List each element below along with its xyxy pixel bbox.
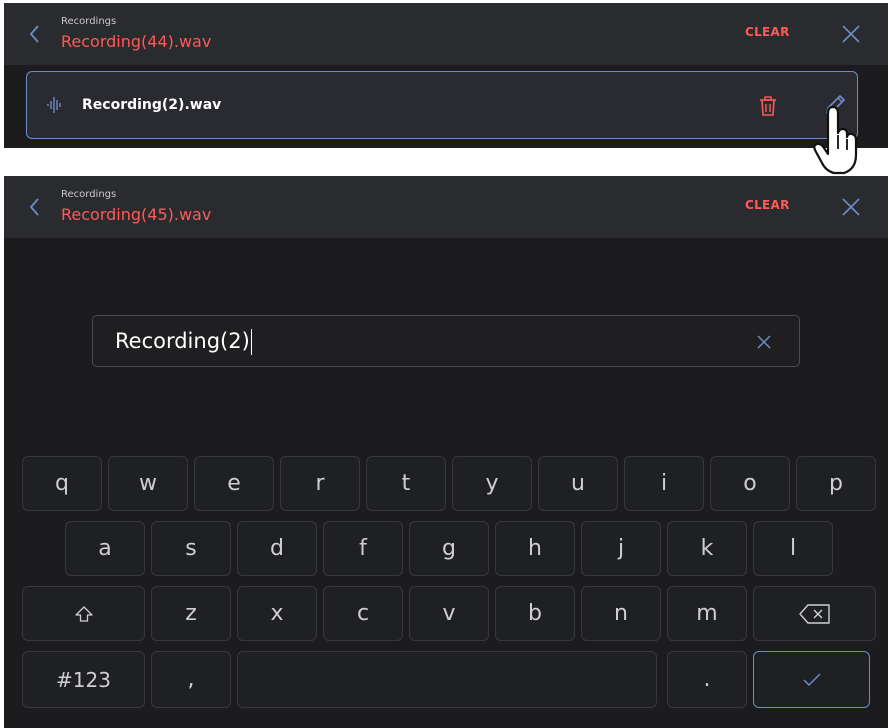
shift-key[interactable] xyxy=(22,586,145,641)
header-bar: Recordings Recording(44).wav CLEAR xyxy=(4,3,888,65)
key-x[interactable]: x xyxy=(237,586,317,641)
header-bar: Recordings Recording(45).wav CLEAR xyxy=(4,176,888,238)
recording-list-item[interactable]: Recording(2).wav xyxy=(26,71,858,139)
close-icon[interactable] xyxy=(840,23,862,45)
key-r[interactable]: r xyxy=(280,456,360,511)
audio-wave-icon xyxy=(47,97,61,113)
confirm-key[interactable] xyxy=(753,651,870,708)
page-title: Recording(45).wav xyxy=(61,205,212,224)
trash-icon[interactable] xyxy=(757,95,779,117)
backspace-key[interactable] xyxy=(753,586,876,641)
clear-input-icon[interactable] xyxy=(754,332,774,352)
close-icon[interactable] xyxy=(840,196,862,218)
checkmark-icon xyxy=(802,672,821,686)
hand-cursor-icon xyxy=(813,105,858,175)
key-c[interactable]: c xyxy=(323,586,403,641)
backspace-icon xyxy=(798,603,830,624)
comma-key[interactable]: , xyxy=(151,651,231,708)
text-caret xyxy=(250,329,253,355)
key-h[interactable]: h xyxy=(495,521,575,576)
recordings-list-screen: Recordings Recording(44).wav CLEAR Recor… xyxy=(4,3,888,148)
key-q[interactable]: q xyxy=(22,456,102,511)
rename-input-value: Recording(2) xyxy=(115,329,250,353)
key-k[interactable]: k xyxy=(667,521,747,576)
key-y[interactable]: y xyxy=(452,456,532,511)
key-j[interactable]: j xyxy=(581,521,661,576)
space-key[interactable] xyxy=(237,651,657,708)
key-b[interactable]: b xyxy=(495,586,575,641)
page-title: Recording(44).wav xyxy=(61,32,212,51)
back-icon[interactable] xyxy=(26,22,44,46)
key-z[interactable]: z xyxy=(151,586,231,641)
key-o[interactable]: o xyxy=(710,456,790,511)
key-i[interactable]: i xyxy=(624,456,704,511)
key-t[interactable]: t xyxy=(366,456,446,511)
recording-name: Recording(2).wav xyxy=(82,97,222,113)
breadcrumb: Recordings xyxy=(61,189,117,200)
key-n[interactable]: n xyxy=(581,586,661,641)
back-icon[interactable] xyxy=(26,195,44,219)
breadcrumb: Recordings xyxy=(61,16,117,27)
key-f[interactable]: f xyxy=(323,521,403,576)
clear-button[interactable]: CLEAR xyxy=(745,25,790,39)
numbers-key[interactable]: #123 xyxy=(22,651,145,708)
key-d[interactable]: d xyxy=(237,521,317,576)
key-l[interactable]: l xyxy=(753,521,833,576)
key-e[interactable]: e xyxy=(194,456,274,511)
key-g[interactable]: g xyxy=(409,521,489,576)
key-p[interactable]: p xyxy=(796,456,876,511)
key-s[interactable]: s xyxy=(151,521,231,576)
key-a[interactable]: a xyxy=(65,521,145,576)
shift-icon xyxy=(74,605,93,622)
key-u[interactable]: u xyxy=(538,456,618,511)
clear-button[interactable]: CLEAR xyxy=(745,198,790,212)
period-key[interactable]: . xyxy=(667,651,747,708)
rename-screen: Recordings Recording(45).wav CLEAR Recor… xyxy=(4,176,888,728)
rename-input-text: Recording(2) xyxy=(115,329,253,355)
key-w[interactable]: w xyxy=(108,456,188,511)
key-m[interactable]: m xyxy=(667,586,747,641)
rename-input[interactable]: Recording(2) xyxy=(92,315,800,367)
key-v[interactable]: v xyxy=(409,586,489,641)
